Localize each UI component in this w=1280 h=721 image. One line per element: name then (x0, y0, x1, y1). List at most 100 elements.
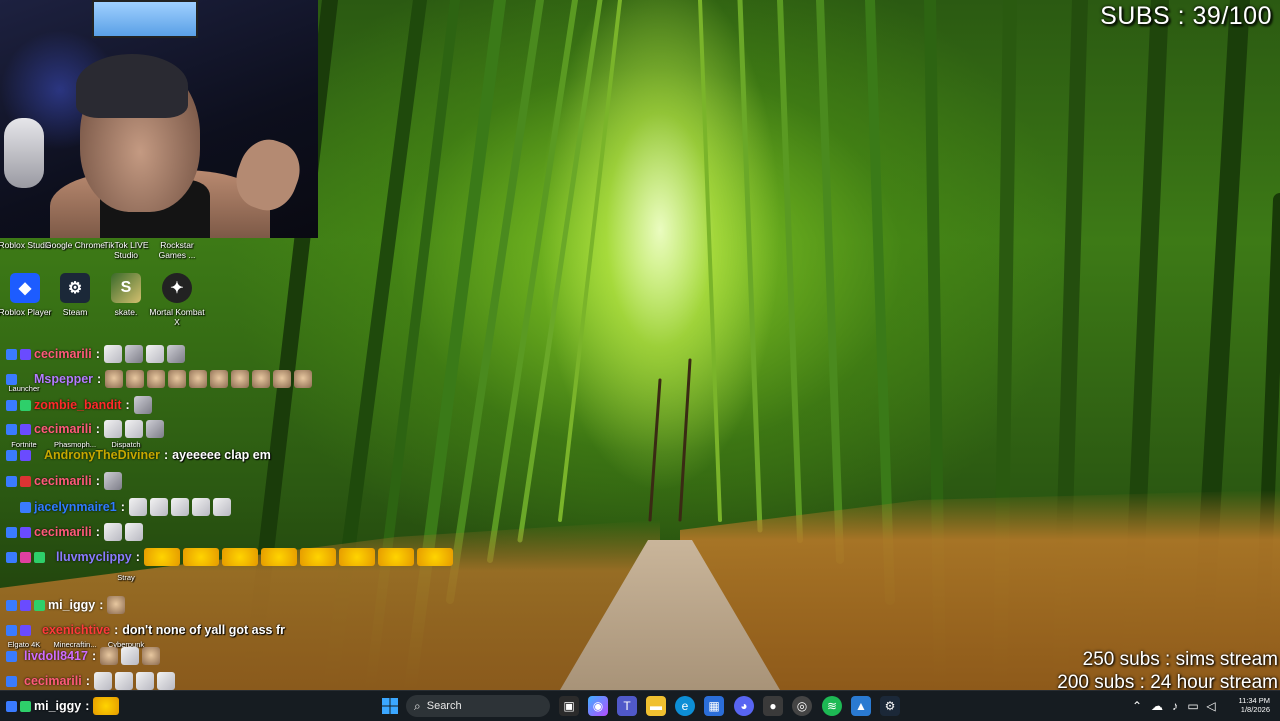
chat-message: cecimarili : (6, 470, 125, 492)
chat-badge-icon (6, 475, 17, 487)
emote-icon (126, 370, 145, 388)
microphone-icon[interactable]: ♪ (1168, 696, 1182, 716)
chat-message: cecimarili : (6, 670, 178, 692)
chat-badge-icon (6, 399, 17, 411)
chat-message: cecimarili : (6, 343, 188, 365)
emote-icon (135, 672, 154, 690)
chat-badge-icon (20, 348, 31, 360)
cloud-icon[interactable]: ☁ (1150, 696, 1164, 716)
spotify-icon[interactable]: ≋ (822, 696, 842, 716)
chat-separator: : (120, 500, 125, 514)
emote-icon (377, 548, 414, 566)
chat-badge-icon (6, 700, 17, 712)
emote-icon (156, 672, 175, 690)
chat-username: zombie_bandit (34, 398, 122, 412)
emote-icon (221, 548, 258, 566)
emote-icon (121, 647, 140, 665)
mortal-kombat-icon[interactable]: ✦ (162, 273, 192, 303)
chat-message: AndronyTheDiviner : ayeeeee clap em (6, 444, 271, 466)
chat-badge-icon (20, 526, 31, 538)
chat-separator: : (114, 623, 119, 637)
copilot-icon[interactable]: ◉ (588, 696, 608, 716)
chat-message: jacelynmaire1 : (6, 496, 234, 518)
chat-badge-icon (6, 599, 17, 611)
emote-icon (212, 498, 231, 516)
steam-icon[interactable]: ⚙ (60, 273, 90, 303)
emote-icon (168, 370, 187, 388)
emote-icon (133, 396, 152, 414)
emote-icon (103, 420, 122, 438)
microphone (4, 118, 44, 188)
skate-icon[interactable]: S (111, 273, 141, 303)
chat-message: mi_iggy : (6, 695, 122, 717)
speaker-icon[interactable]: ◁ (1204, 696, 1218, 716)
chat-badge-icon (20, 475, 31, 487)
chat-separator: : (95, 422, 100, 436)
chat-message-text: don't none of yall got ass fr (122, 623, 285, 637)
chat-username: cecimarili (34, 422, 92, 436)
emote-icon (231, 370, 250, 388)
emote-icon (182, 548, 219, 566)
chat-username: cecimarili (24, 674, 82, 688)
emote-icon (338, 548, 375, 566)
chat-message: cecimarili : (6, 521, 146, 543)
chat-separator: : (85, 699, 90, 713)
desktop-icon-mortal-kombat[interactable]: Mortal Kombat X (147, 307, 207, 327)
chat-badge-icon (20, 399, 31, 411)
photos-icon[interactable]: ▲ (851, 696, 871, 716)
chat-badge-icon (6, 449, 17, 461)
emote-icon (107, 596, 126, 614)
desktop-icon-stray[interactable]: Stray (96, 573, 156, 583)
emote-icon (294, 370, 313, 388)
chat-separator: : (85, 674, 90, 688)
chat-badge-icon (6, 526, 17, 538)
chat-badge-icon (20, 700, 31, 712)
chat-message: cecimarili : (6, 418, 167, 440)
chat-badge-icon (20, 423, 31, 435)
emote-icon (299, 548, 336, 566)
chat-separator: : (164, 448, 169, 462)
chat-badge-icon (6, 675, 17, 687)
chat-message: lluvmyclippy : (6, 546, 456, 568)
steam-taskbar-icon[interactable]: ⚙ (880, 696, 900, 716)
taskbar-search[interactable]: ⌕ Search (406, 695, 550, 717)
emote-icon (210, 370, 229, 388)
chat-badge-icon (6, 423, 17, 435)
emote-icon (103, 472, 122, 490)
chat-separator: : (125, 398, 130, 412)
chat-username: cecimarili (34, 474, 92, 488)
chat-username: mi_iggy (48, 598, 96, 612)
emote-icon (105, 370, 124, 388)
emote-icon (103, 345, 122, 363)
emote-icon (170, 498, 189, 516)
start-button[interactable] (380, 696, 400, 716)
emote-icon (143, 548, 180, 566)
emote-icon (149, 498, 168, 516)
edge-icon[interactable]: e (675, 696, 695, 716)
teams-icon[interactable]: T (617, 696, 637, 716)
emote-icon (114, 672, 133, 690)
obs-icon[interactable]: ◎ (792, 696, 812, 716)
chat-username: Mspepper (34, 372, 94, 386)
discord-icon[interactable]: ◕ (734, 696, 754, 716)
chat-message: livdoll8417 : (6, 645, 163, 667)
system-clock[interactable]: 11:34 PM 1/8/2026 (1222, 696, 1270, 714)
chat-badge-icon (6, 551, 17, 563)
network-icon[interactable]: ▭ (1186, 696, 1200, 716)
webcam-feed (0, 0, 318, 238)
clock-date: 1/8/2026 (1240, 705, 1270, 714)
emote-icon (100, 647, 119, 665)
chat-username: exenichtive (42, 623, 111, 637)
chevron-up-icon[interactable]: ⌃ (1130, 696, 1144, 716)
windows-icon (382, 698, 398, 714)
chat-message: mi_iggy : (6, 594, 128, 616)
desktop-icon-rockstar-games[interactable]: Rockstar Games ... (147, 240, 207, 260)
chat-badge-icon (6, 348, 17, 360)
file-explorer-icon[interactable]: ▬ (646, 696, 666, 716)
app-icon[interactable]: ● (763, 696, 783, 716)
emote-icon (191, 498, 210, 516)
roblox-player-icon[interactable]: ◆ (10, 273, 40, 303)
store-icon[interactable]: ▦ (704, 696, 724, 716)
task-view-icon[interactable]: ▣ (559, 696, 579, 716)
chat-badge-icon (6, 624, 17, 636)
